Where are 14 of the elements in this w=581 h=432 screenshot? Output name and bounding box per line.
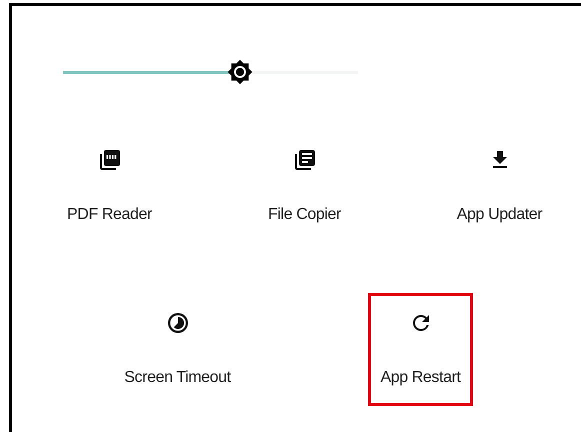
document-stack-icon [292,148,316,172]
tile-label: App Updater [456,205,542,225]
app-tile[interactable]: App Restart [368,293,473,406]
brightness-thumb[interactable] [227,59,253,85]
timer-icon [166,311,190,335]
pdf-icon [98,148,122,172]
tile-label: App Restart [380,368,461,388]
tile-label: Screen Timeout [124,368,231,388]
app-tile[interactable]: Screen Timeout [112,293,243,406]
app-tile[interactable]: App Updater [444,130,554,243]
tile-label: File Copier [268,205,341,225]
app-tile[interactable]: File Copier [256,130,353,243]
app-tile[interactable]: PDF Reader [55,130,164,243]
tile-label: PDF Reader [67,205,152,225]
